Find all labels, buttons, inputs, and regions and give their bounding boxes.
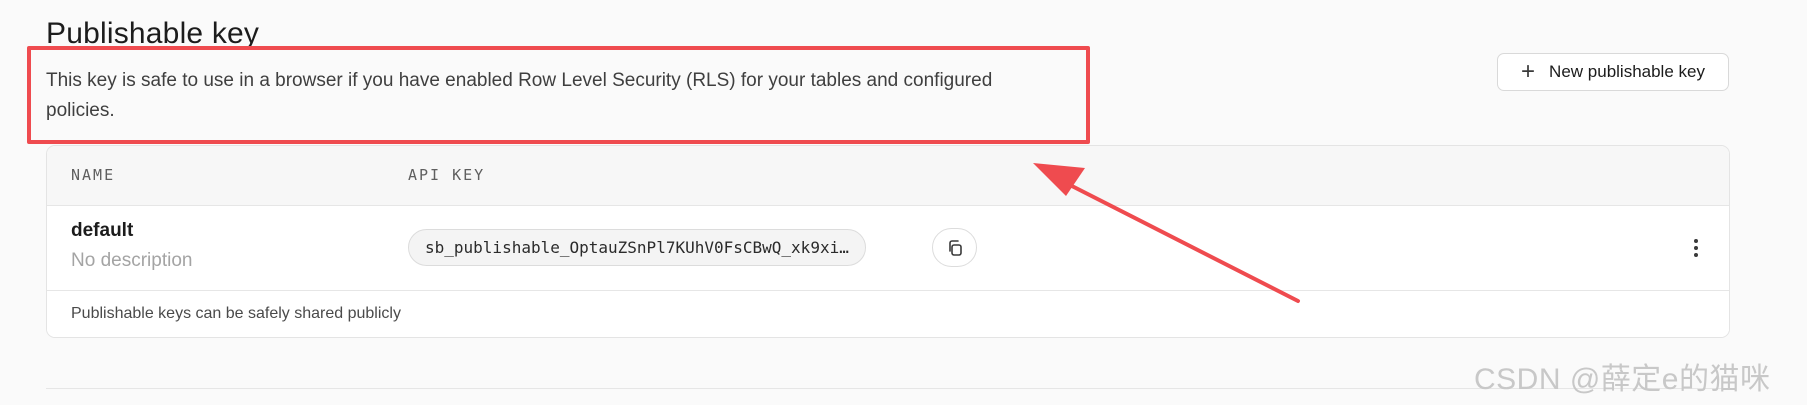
copy-icon xyxy=(948,239,962,256)
new-publishable-key-label: New publishable key xyxy=(1549,62,1705,81)
table-footer-note: Publishable keys can be safely shared pu… xyxy=(71,305,401,322)
table-footer: Publishable keys can be safely shared pu… xyxy=(47,291,1729,337)
new-publishable-key-button[interactable]: + New publishable key xyxy=(1497,53,1729,91)
plus-icon: + xyxy=(1521,58,1536,85)
annotation-highlight-box xyxy=(27,46,1090,144)
publishable-keys-table: NAME API KEY default No description sb_p… xyxy=(46,145,1730,338)
column-header-api-key: API KEY xyxy=(408,166,486,184)
row-actions-button[interactable] xyxy=(1684,231,1708,265)
column-header-name: NAME xyxy=(71,166,116,184)
table-row: default No description sb_publishable_Op… xyxy=(47,206,1729,291)
table-header: NAME API KEY xyxy=(47,146,1729,206)
watermark: CSDN @薛定e的猫咪 xyxy=(1474,363,1771,396)
more-vertical-icon xyxy=(1694,239,1698,243)
key-row-description: No description xyxy=(71,250,193,271)
more-vertical-icon-dot xyxy=(1694,253,1698,257)
key-name: default xyxy=(71,220,134,241)
api-key-value[interactable]: sb_publishable_OptauZSnPl7KUhV0FsCBwQ_xk… xyxy=(408,229,866,266)
copy-key-button[interactable] xyxy=(932,228,977,267)
more-vertical-icon-dot xyxy=(1694,246,1698,250)
